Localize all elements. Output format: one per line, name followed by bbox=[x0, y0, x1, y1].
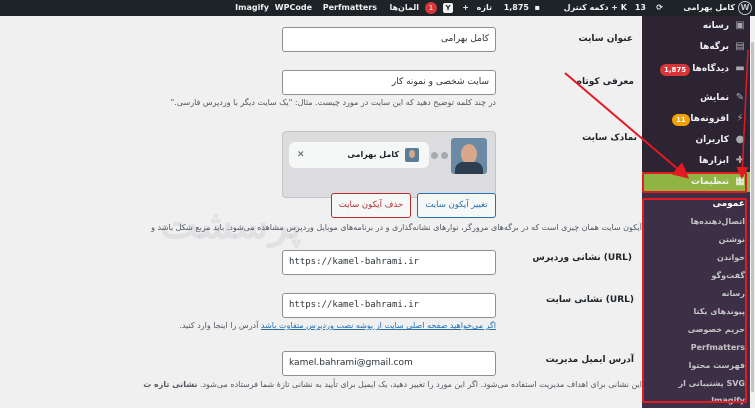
site-address-description: اگر می‌خواهید صفحه اصلی سایت از پوشه نصب… bbox=[179, 321, 496, 330]
admin-email-description: این نشانی برای اهداف مدیریت استفاده می‌ش… bbox=[143, 380, 642, 389]
site-address-input[interactable]: https://kamel-bahrami.ir bbox=[282, 293, 496, 318]
change-icon-button[interactable]: تغییر آیکون سایت bbox=[417, 193, 496, 218]
menu-label: کاربران bbox=[695, 135, 729, 145]
menu-label: نمایش bbox=[700, 93, 729, 103]
tagline-input[interactable]: سایت شخصی و نمونه کار bbox=[282, 70, 496, 95]
site-icon-image bbox=[451, 138, 487, 174]
menu-plugins[interactable]: ⚡ افزونه‌ها 11 bbox=[642, 109, 755, 130]
comments-icon[interactable]: ▪ bbox=[535, 0, 540, 16]
scrollbar-thumb[interactable] bbox=[751, 42, 754, 392]
updates-icon[interactable]: ⟳ bbox=[656, 0, 663, 16]
site-address-label: نشانی سایت (URL) bbox=[545, 295, 634, 305]
menu-label: ابزارها bbox=[699, 156, 729, 166]
admin-email-label: آدرس ایمیل مدیریت bbox=[545, 355, 634, 365]
media-icon: ▣ bbox=[735, 20, 745, 31]
site-address-help-link[interactable]: اگر می‌خواهید صفحه اصلی سایت از پوشه نصب… bbox=[261, 321, 496, 330]
menu-pages[interactable]: ▤ برگه‌ها bbox=[642, 37, 755, 58]
site-address-desc-rest: آدرس را اینجا وارد کنید. bbox=[179, 321, 259, 330]
remove-icon-button[interactable]: حذف آیکون سایت bbox=[331, 193, 411, 218]
tab-favicon-icon bbox=[405, 148, 419, 162]
menu-tools[interactable]: ✚ ابزارها bbox=[642, 151, 755, 172]
perfmatters-menu[interactable]: Perfmatters bbox=[323, 0, 377, 16]
sidebar-scrollbar[interactable] bbox=[750, 16, 755, 408]
wp-address-input[interactable]: https://kamel-bahrami.ir bbox=[282, 250, 496, 275]
menu-label: دیدگاه‌ها bbox=[692, 64, 729, 74]
tagline-description: در چند کلمه توضیح دهید که این سایت در مو… bbox=[170, 98, 496, 107]
menu-users[interactable]: ● کاربران bbox=[642, 130, 755, 151]
wordpress-logo-icon[interactable]: W bbox=[738, 1, 752, 15]
wp-address-label: نشانی وردپرس (URL) bbox=[532, 253, 632, 263]
yoast-badge: 1 bbox=[425, 2, 437, 14]
ctrl-k-button[interactable]: دکمه کنترل + K bbox=[564, 0, 627, 16]
plugins-count-badge: 11 bbox=[672, 114, 690, 126]
menu-label: برگه‌ها bbox=[699, 42, 729, 52]
close-icon: ✕ bbox=[297, 150, 305, 160]
elements-menu[interactable]: المان‌ها bbox=[390, 0, 420, 16]
site-title-label: عنوان سایت bbox=[578, 34, 633, 44]
admin-bar-site-name[interactable]: کامل بهرامی bbox=[683, 0, 735, 16]
wpcode-menu[interactable]: WPCode bbox=[275, 0, 312, 16]
site-title-input[interactable]: کامل بهرامی bbox=[282, 27, 496, 52]
pages-icon: ▤ bbox=[735, 41, 745, 52]
tagline-label: معرفی کوتاه bbox=[576, 77, 634, 87]
comments-count-badge: 1,875 bbox=[660, 64, 691, 76]
comments-icon: ▬ bbox=[735, 63, 745, 74]
updates-count[interactable]: 13 bbox=[635, 0, 646, 16]
preview-tab-title: کامل بهرامی bbox=[347, 150, 399, 159]
plus-icon[interactable]: + bbox=[462, 0, 469, 16]
admin-bar: W کامل بهرامی ⟳ 13 دکمه کنترل + K ▪ 1,87… bbox=[0, 0, 755, 16]
settings-highlight-box bbox=[642, 172, 747, 193]
admin-email-input[interactable]: kamel.bahrami@gmail.com bbox=[282, 351, 496, 376]
menu-label: افزونه‌ها bbox=[690, 114, 729, 124]
admin-email-desc-text: این نشانی برای اهداف مدیریت استفاده می‌ش… bbox=[199, 380, 642, 389]
menu-appearance[interactable]: ✎ نمایش bbox=[642, 88, 755, 109]
users-icon: ● bbox=[735, 134, 745, 145]
new-label[interactable]: تازه bbox=[477, 0, 492, 16]
yoast-icon[interactable]: Y bbox=[443, 3, 453, 13]
site-icon-label: نمادک سایت bbox=[582, 133, 637, 143]
submenu-highlight-box bbox=[642, 198, 747, 403]
appearance-icon: ✎ bbox=[735, 92, 745, 103]
comments-count[interactable]: 1,875 bbox=[504, 0, 529, 16]
imagify-menu[interactable]: Imagify bbox=[235, 0, 269, 16]
menu-label: رسانه bbox=[702, 21, 729, 31]
site-icon-preview: کامل بهرامی ✕ bbox=[282, 131, 496, 198]
menu-comments[interactable]: ▬ دیدگاه‌ها 1,875 bbox=[642, 59, 755, 80]
plugins-icon: ⚡ bbox=[736, 113, 744, 124]
tools-icon: ✚ bbox=[735, 155, 745, 166]
admin-email-desc-bold: نشانی تازه ت bbox=[143, 380, 198, 389]
site-icon-description: آیکون سایت همان چیزی است که در برگه‌های … bbox=[151, 223, 642, 232]
settings-form: پرسشت عنوان سایت کامل بهرامی معرفی کوتاه… bbox=[0, 16, 642, 408]
menu-media[interactable]: ▣ رسانه bbox=[642, 16, 755, 37]
browser-tab-preview: کامل بهرامی ✕ bbox=[289, 142, 429, 168]
